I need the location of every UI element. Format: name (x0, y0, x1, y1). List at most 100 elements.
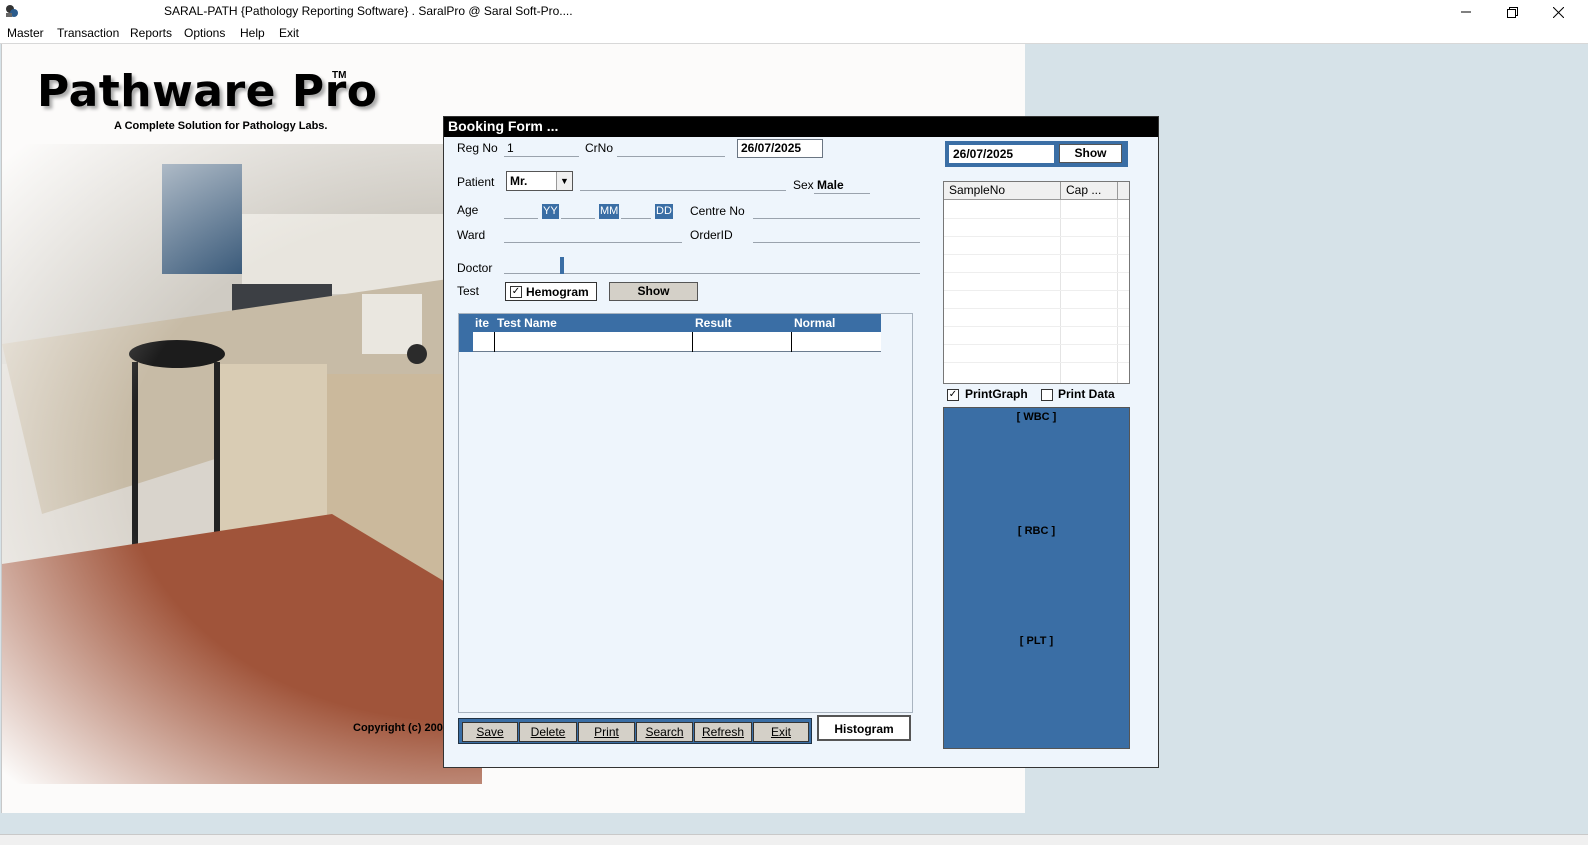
window-title: SARAL-PATH {Pathology Reporting Software… (164, 4, 573, 18)
age-days-field[interactable] (621, 218, 651, 219)
table-row[interactable] (459, 332, 881, 352)
col-cap[interactable]: Cap ... (1061, 182, 1118, 200)
test-hemogram-label: Hemogram (526, 285, 589, 299)
print-graph-label: PrintGraph (965, 387, 1028, 401)
sex-value[interactable]: Male (817, 178, 844, 192)
logo-tm: TM (332, 70, 347, 81)
print-data-checkbox[interactable] (1041, 389, 1053, 401)
ward-label: Ward (457, 228, 486, 242)
list-gridline (944, 290, 1129, 291)
row-selector[interactable] (459, 332, 473, 352)
order-id-label: OrderID (690, 228, 733, 242)
crno-label: CrNo (585, 141, 614, 155)
sample-list[interactable]: SampleNo Cap ... (943, 181, 1130, 384)
age-label: Age (457, 203, 479, 217)
doctor-label: Doctor (457, 261, 493, 275)
print-data-label: Print Data (1058, 387, 1115, 401)
list-gridline (944, 218, 1129, 219)
minimize-icon[interactable] (1443, 0, 1489, 24)
order-id-field[interactable] (753, 242, 920, 243)
action-toolbar: Save Delete Print Search Refresh Exit (458, 718, 812, 744)
age-years-field[interactable] (504, 218, 538, 219)
app-icon (6, 5, 18, 17)
wbc-graph-label: [ WBC ] (1016, 411, 1057, 423)
list-gridline (944, 326, 1129, 327)
histogram-panel: [ WBC ] [ RBC ] [ PLT ] (943, 407, 1130, 749)
centre-no-label: Centre No (690, 204, 745, 218)
menu-help[interactable]: Help (240, 26, 265, 40)
menu-options[interactable]: Options (184, 26, 225, 40)
patient-title-select[interactable]: Mr. ▼ (506, 171, 573, 191)
age-months-field[interactable] (561, 218, 595, 219)
menu-exit[interactable]: Exit (279, 26, 299, 40)
grid-col-normal[interactable]: Normal (794, 316, 835, 330)
menu-master[interactable]: Master (7, 26, 44, 40)
age-yy-label: YY (542, 204, 559, 219)
centre-no-field[interactable] (753, 218, 920, 219)
plt-graph-label: [ PLT ] (1019, 635, 1054, 647)
logo-subtitle: A Complete Solution for Pathology Labs. (114, 120, 328, 132)
menu-reports[interactable]: Reports (130, 26, 172, 40)
list-divider (1060, 200, 1061, 383)
test-hemogram-checkbox[interactable]: ✓ Hemogram (505, 282, 597, 301)
col-sampleno[interactable]: SampleNo (944, 182, 1061, 200)
grid-col-result[interactable]: Result (695, 316, 732, 330)
doctor-field[interactable] (504, 273, 920, 274)
grid-col-test-name[interactable]: Test Name (497, 316, 557, 330)
grid-col-ite[interactable]: ite (475, 316, 489, 330)
age-mm-label: MM (599, 204, 620, 219)
patient-title-value: Mr. (510, 174, 528, 188)
booking-form: Booking Form ... Reg No 1 CrNo 26/07/202… (443, 116, 1159, 768)
grid-divider (494, 332, 495, 352)
crno-field[interactable] (617, 156, 725, 157)
reg-no-underline (504, 156, 579, 157)
checkbox-check-icon[interactable]: ✓ (510, 286, 522, 298)
logo-title: Pathware Pro (37, 66, 378, 117)
show-samples-button[interactable]: Show (1059, 144, 1122, 163)
rbc-graph-label: [ RBC ] (1017, 525, 1056, 537)
ward-field[interactable] (504, 242, 682, 243)
sample-date-field[interactable]: 26/07/2025 (949, 145, 1054, 163)
chevron-down-icon[interactable]: ▼ (556, 172, 572, 190)
delete-button[interactable]: Delete (519, 722, 577, 742)
save-button[interactable]: Save (462, 722, 518, 742)
sample-date-bar: 26/07/2025 Show (945, 141, 1128, 167)
patient-name-field[interactable] (580, 190, 786, 191)
booking-date-field[interactable]: 26/07/2025 (737, 139, 823, 158)
age-dd-label: DD (655, 204, 673, 219)
reg-no-label: Reg No (457, 141, 498, 155)
test-grid: ite Test Name Result Normal (458, 313, 913, 713)
grid-divider (692, 332, 693, 352)
grid-divider (791, 332, 792, 352)
title-bar: SARAL-PATH {Pathology Reporting Software… (0, 0, 1588, 24)
print-graph-checkbox[interactable]: ✓ (947, 389, 959, 401)
mdi-workspace: Pathware Pro TM A Complete Solution for … (0, 44, 1588, 834)
reg-no-field[interactable]: 1 (507, 141, 514, 155)
list-gridline (944, 308, 1129, 309)
search-button[interactable]: Search (636, 722, 693, 742)
grid-header: ite Test Name Result Normal (459, 314, 881, 332)
patient-label: Patient (457, 175, 495, 189)
histogram-button[interactable]: Histogram (817, 715, 911, 741)
restore-icon[interactable] (1489, 0, 1535, 24)
list-gridline (944, 344, 1129, 345)
list-gridline (944, 254, 1129, 255)
close-icon[interactable] (1535, 0, 1581, 24)
test-label: Test (457, 284, 480, 298)
print-button[interactable]: Print (578, 722, 635, 742)
copyright-text: Copyright (c) 200 (353, 722, 443, 734)
sample-list-header: SampleNo Cap ... (944, 182, 1129, 200)
list-gridline (944, 272, 1129, 273)
menu-bar: Master Transaction Reports Options Help … (0, 24, 1588, 44)
sex-label: Sex (793, 178, 814, 192)
menu-transaction[interactable]: Transaction (57, 26, 119, 40)
exit-button[interactable]: Exit (753, 722, 809, 742)
sex-underline (814, 193, 870, 194)
list-gridline (944, 362, 1129, 363)
list-divider (1117, 200, 1118, 383)
refresh-button[interactable]: Refresh (694, 722, 752, 742)
show-tests-button[interactable]: Show (609, 282, 698, 301)
status-bar (0, 834, 1588, 845)
doctor-cursor (560, 257, 564, 274)
list-gridline (944, 236, 1129, 237)
